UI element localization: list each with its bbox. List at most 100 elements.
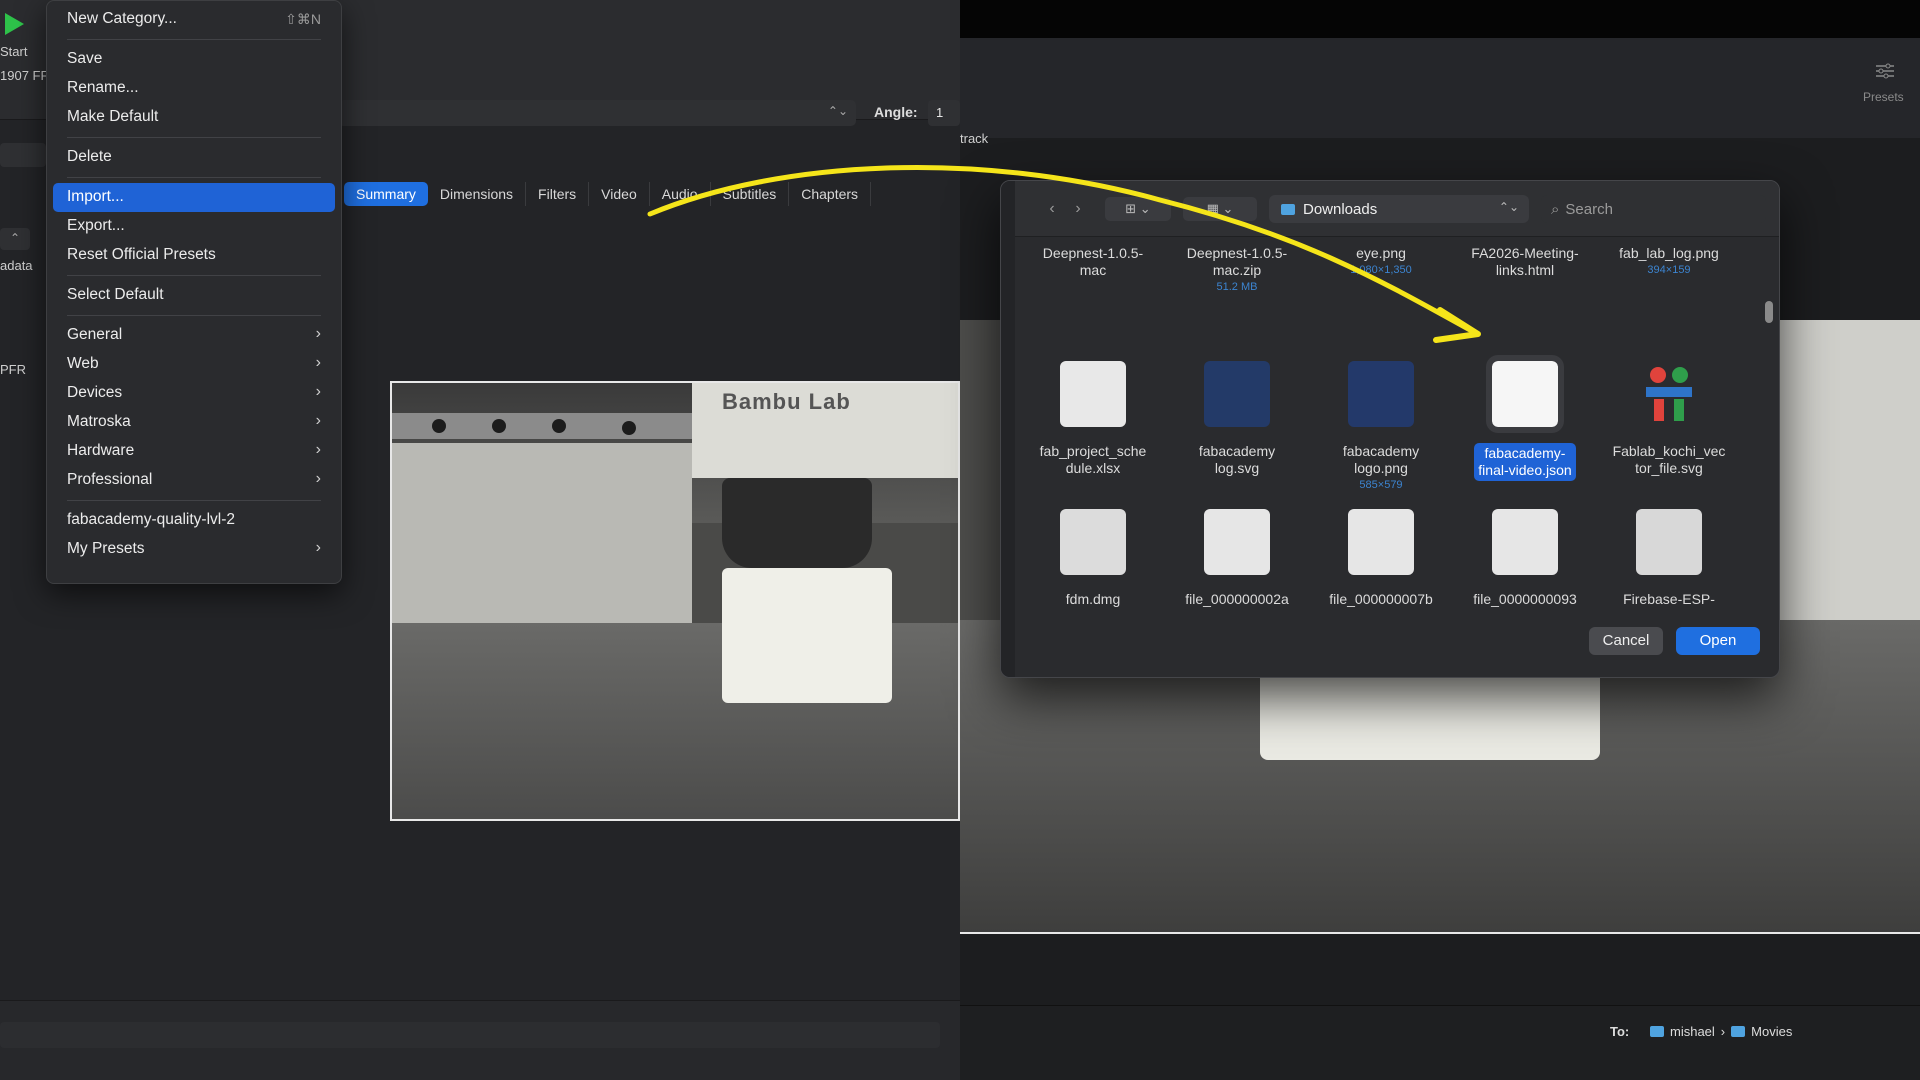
menu-item[interactable]: Professional ›: [53, 466, 335, 495]
file-item[interactable]: file_000000007b 247208...639.png1,536×1,…: [1309, 509, 1453, 607]
menu-item[interactable]: General ›: [53, 321, 335, 350]
menu-item-label: fabacademy-quality-lvl-2: [67, 511, 235, 528]
menu-item[interactable]: Import...: [53, 183, 335, 212]
menu-item[interactable]: Web ›: [53, 350, 335, 379]
presets-label[interactable]: Presets: [1863, 90, 1904, 104]
shortcut-label: ⇧⌘N: [285, 11, 321, 27]
menu-item[interactable]: My Presets ›: [53, 535, 335, 564]
file-name: fab_lab_log.png: [1619, 245, 1719, 261]
file-name: eye.png: [1356, 245, 1406, 261]
menu-item-label: Delete: [67, 148, 112, 165]
menu-item[interactable]: New Category... ⇧⌘N: [53, 5, 335, 34]
menu-item[interactable]: Select Default: [53, 281, 335, 310]
title-popup[interactable]: ⌃⌄: [338, 100, 856, 126]
search-input[interactable]: ⌕ Search: [1541, 195, 1766, 223]
tab-bar: Summary Dimensions Filters Video Audio Subtit…: [344, 182, 872, 206]
chevron-right-icon: ›: [315, 383, 321, 400]
file-name: file_000000002a 6c7208...19ff.png: [1185, 591, 1289, 607]
menu-item[interactable]: Reset Official Presets: [53, 241, 335, 270]
chevron-right-icon: ›: [1720, 1024, 1726, 1039]
file-item[interactable]: fabacademy log.svg: [1165, 361, 1309, 477]
location-popup[interactable]: Downloads ⌃⌄: [1269, 195, 1529, 223]
metadata-label: adata: [0, 258, 33, 273]
play-icon[interactable]: [0, 10, 28, 38]
start-label[interactable]: Start: [0, 44, 27, 59]
tab-summary[interactable]: Summary: [344, 182, 428, 206]
file-name: fabacademy log.svg: [1198, 443, 1276, 476]
file-name: Fablab_kochi_vec tor_file.svg: [1612, 443, 1726, 476]
view-mode-button[interactable]: ⊞ ⌄: [1105, 197, 1171, 221]
sliders-icon[interactable]: [1874, 62, 1896, 80]
menu-item-label: Save: [67, 50, 103, 67]
file-item[interactable]: Deepnest-1.0.5- mac: [1021, 237, 1165, 279]
menu-item-label: Make Default: [67, 108, 159, 125]
search-placeholder: Search: [1565, 200, 1613, 218]
file-item[interactable]: fab_project_sche dule.xlsx: [1021, 361, 1165, 477]
file-name: Deepnest-1.0.5- mac.zip: [1186, 245, 1288, 278]
angle-field[interactable]: 1: [928, 100, 960, 126]
group-button[interactable]: ▦ ⌄: [1183, 197, 1257, 221]
file-item[interactable]: eye.png 1,080×1,350: [1309, 237, 1453, 276]
file-item[interactable]: Deepnest-1.0.5- mac.zip 51.2 MB: [1165, 237, 1309, 293]
forward-icon[interactable]: ›: [1065, 197, 1091, 221]
file-thumbnail-icon: [1060, 509, 1126, 575]
video-preview: Bambu Lab: [390, 381, 960, 821]
menu-item[interactable]: Delete: [53, 143, 335, 172]
file-item[interactable]: Firebase-ESP- Client-main.zip5.8 MB: [1597, 509, 1741, 607]
file-item[interactable]: file_0000000093 5c7208...c7b.png1,536×1,…: [1453, 509, 1597, 607]
framerate-label: 1907 FF: [0, 68, 49, 83]
scrollbar-track[interactable]: [1765, 247, 1773, 587]
file-item[interactable]: fabacademy logo.png 585×579: [1309, 361, 1453, 491]
file-thumbnail-icon: [1060, 361, 1126, 427]
menu-separator: [67, 315, 321, 316]
open-file-dialog: ‹ › ⊞ ⌄ ▦ ⌄ Downloads ⌃⌄ ⌕ Search Deepne…: [1000, 180, 1780, 678]
printed-part: [722, 568, 892, 703]
bolt: [492, 419, 506, 433]
file-item[interactable]: Fablab_kochi_vec tor_file.svg: [1597, 361, 1741, 477]
file-item[interactable]: fdm.dmg57.7 MB: [1021, 509, 1165, 607]
menu-item-label: Select Default: [67, 286, 164, 303]
menu-item[interactable]: fabacademy-quality-lvl-2: [53, 506, 335, 535]
destination-field[interactable]: [0, 1022, 940, 1048]
menu-item[interactable]: Hardware ›: [53, 437, 335, 466]
printer-wall: [392, 443, 692, 623]
stepper[interactable]: ⌃: [0, 228, 30, 250]
search-icon: ⌕: [1551, 200, 1560, 218]
track-label: track: [960, 131, 989, 146]
file-item[interactable]: fabacademy- final-video.json: [1453, 355, 1597, 481]
tab-subtitles[interactable]: Subtitles: [711, 182, 790, 206]
menu-item-label: Hardware: [67, 442, 135, 459]
destination-path[interactable]: mishael › Movies: [1650, 1024, 1792, 1039]
file-thumbnail-icon: [1348, 509, 1414, 575]
tab-audio[interactable]: Audio: [650, 182, 711, 206]
menu-item[interactable]: Rename...: [53, 74, 335, 103]
bolt: [622, 421, 636, 435]
menu-item[interactable]: Save: [53, 45, 335, 74]
file-name: FA2026-Meeting- links.html: [1471, 245, 1579, 278]
file-item[interactable]: FA2026-Meeting- links.html: [1453, 237, 1597, 279]
menu-item[interactable]: Make Default: [53, 103, 335, 132]
menu-item[interactable]: Matroska ›: [53, 408, 335, 437]
menu-item[interactable]: Export...: [53, 212, 335, 241]
file-name: fabacademy logo.png: [1342, 443, 1420, 476]
menu-item[interactable]: Devices ›: [53, 379, 335, 408]
file-thumbnail-icon: [1204, 361, 1270, 427]
tab-filters[interactable]: Filters: [526, 182, 590, 206]
tab-dimensions[interactable]: Dimensions: [428, 182, 527, 206]
scrollbar-thumb[interactable]: [1765, 301, 1773, 323]
cancel-button[interactable]: Cancel: [1589, 627, 1663, 655]
file-item[interactable]: file_000000002a 6c7208...19ff.png1,536×1…: [1165, 509, 1309, 607]
pfr-label: PFR: [0, 362, 26, 377]
path-user: mishael: [1670, 1024, 1715, 1039]
tab-chapters[interactable]: Chapters: [789, 182, 872, 206]
menu-item-label: Web: [67, 355, 99, 372]
back-icon[interactable]: ‹: [1039, 197, 1065, 221]
menu-separator: [67, 275, 321, 276]
tab-video[interactable]: Video: [589, 182, 650, 206]
chevron-right-icon: ›: [315, 470, 321, 487]
file-item[interactable]: fab_lab_log.png 394×159: [1597, 237, 1741, 276]
angle-label: Angle:: [874, 104, 918, 120]
chevron-updown-icon: ⌃⌄: [1498, 200, 1519, 214]
range-popup[interactable]: [0, 143, 46, 167]
open-button[interactable]: Open: [1676, 627, 1760, 655]
